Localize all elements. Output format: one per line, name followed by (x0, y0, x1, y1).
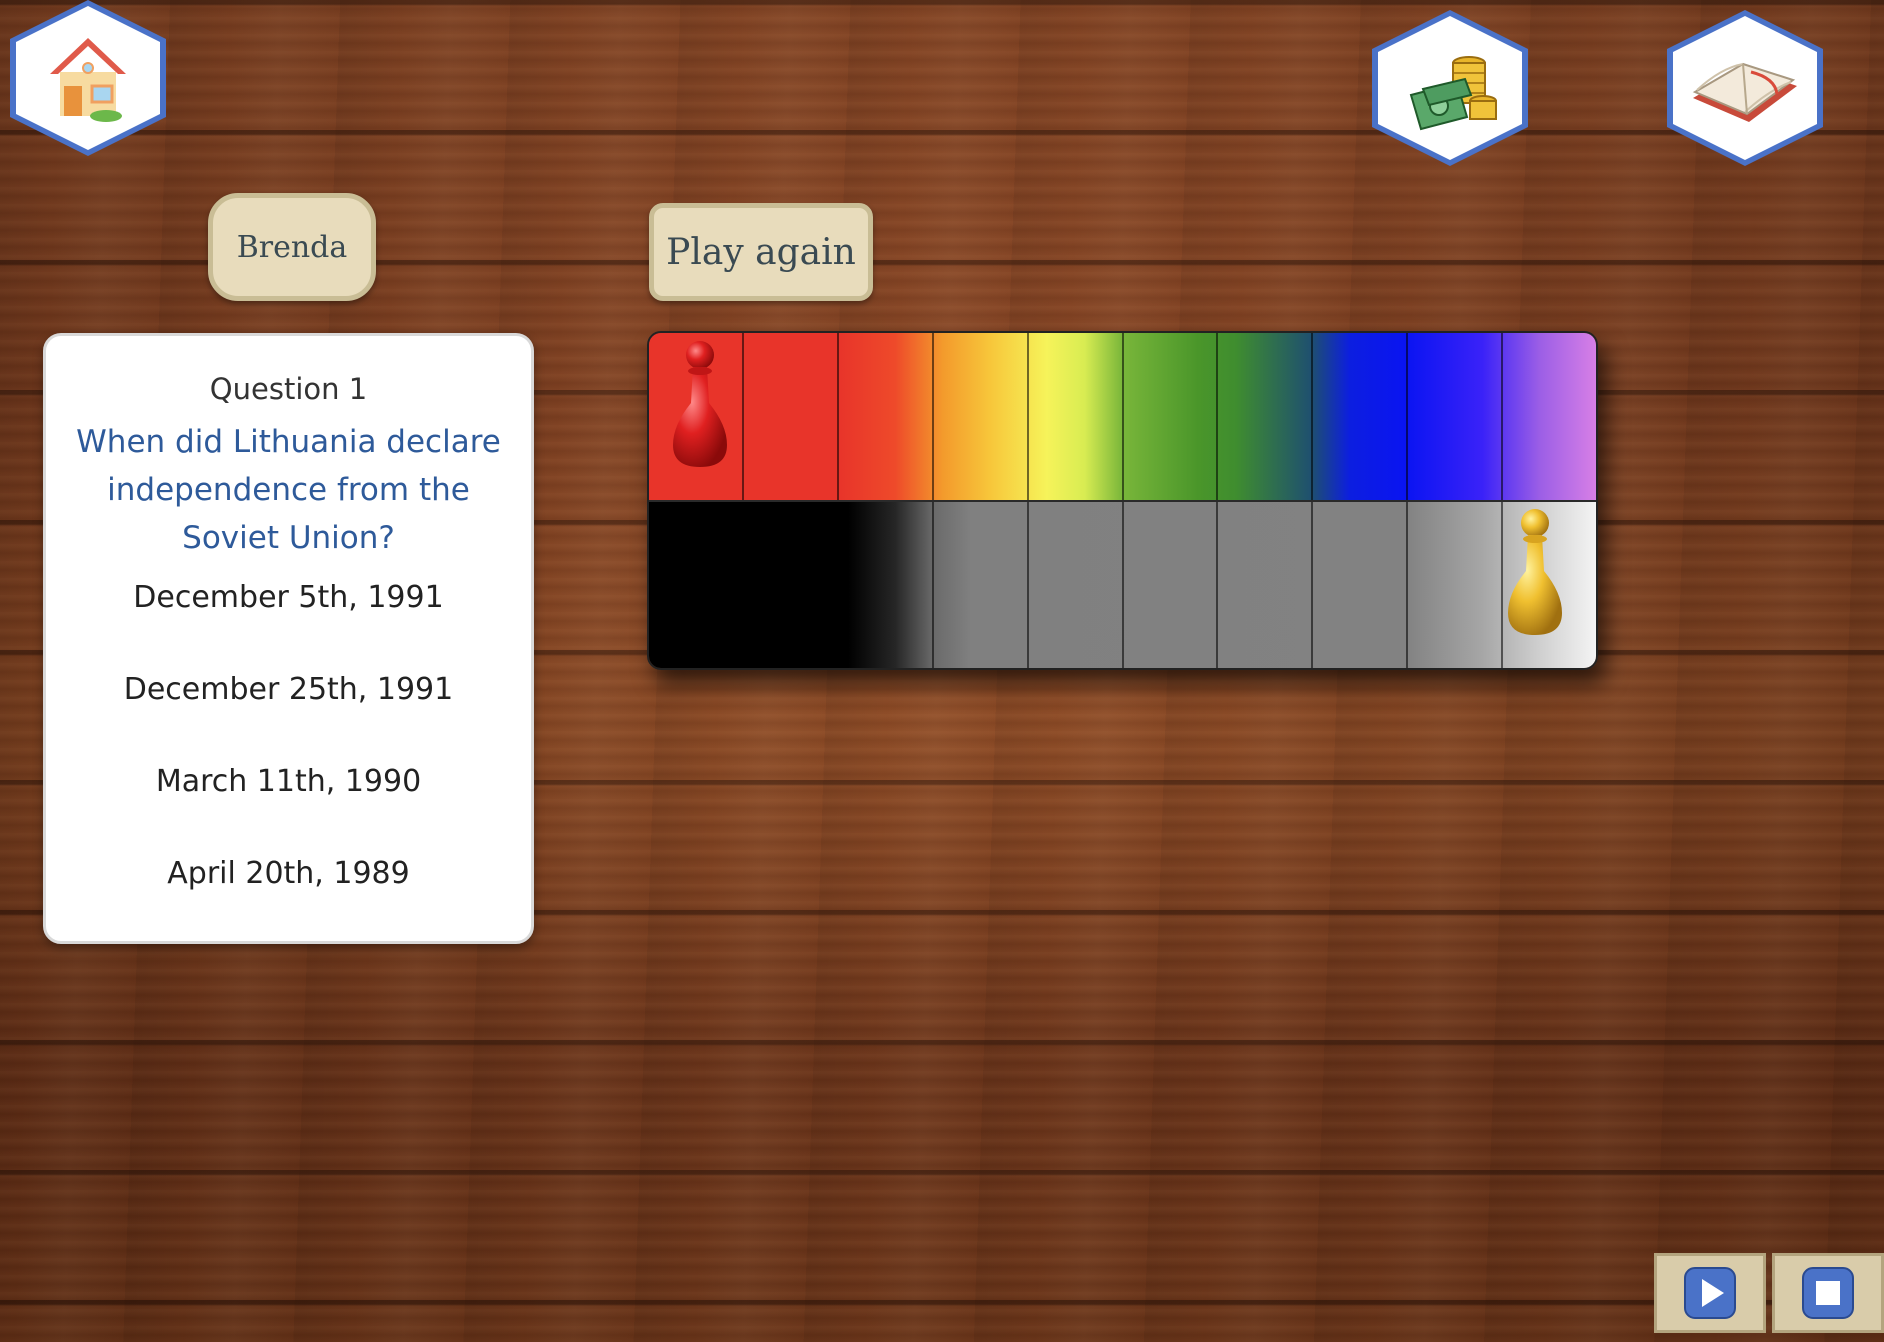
money-icon (1409, 56, 1497, 131)
stop-icon (1802, 1267, 1854, 1319)
board-cell (1218, 500, 1314, 668)
play-button[interactable] (1654, 1253, 1766, 1333)
question-text: When did Lithuania declare independence … (76, 424, 501, 556)
board-cell (1313, 333, 1409, 501)
answer-option[interactable]: April 20th, 1989 (66, 856, 511, 891)
red-pawn-piece[interactable] (671, 333, 729, 471)
board-divider (649, 499, 1596, 502)
home-button[interactable] (10, 0, 166, 156)
board-cell (934, 333, 1029, 501)
board-cell (1313, 500, 1409, 668)
board-cell (1029, 500, 1124, 668)
question-card: Question 1 When did Lithuania declare in… (43, 333, 534, 944)
book-icon (1692, 62, 1797, 122)
board-cell (839, 333, 934, 501)
player-name: Brenda (236, 229, 348, 265)
play-again-button[interactable]: Play again (649, 203, 873, 301)
money-button[interactable] (1372, 10, 1528, 166)
board-cell (1408, 333, 1504, 501)
board-cell (649, 500, 744, 668)
play-again-label: Play again (666, 231, 856, 273)
board-cell (1124, 333, 1219, 501)
game-board (647, 331, 1598, 670)
board-cell (1029, 333, 1124, 501)
answer-option[interactable]: March 11th, 1990 (66, 764, 511, 799)
answer-option[interactable]: December 25th, 1991 (66, 672, 511, 707)
play-icon (1684, 1267, 1736, 1319)
board-cell (839, 500, 934, 668)
board-cell (1503, 333, 1596, 501)
board-cell (1218, 333, 1314, 501)
question-number: Question 1 (209, 372, 368, 406)
player-name-badge: Brenda (208, 193, 376, 301)
answer-option[interactable]: December 5th, 1991 (66, 580, 511, 615)
board-track-bottom (649, 500, 1596, 668)
book-button[interactable] (1667, 10, 1823, 166)
board-cell (1124, 500, 1219, 668)
stop-button[interactable] (1772, 1253, 1884, 1333)
board-cell (1408, 500, 1504, 668)
yellow-pawn-piece[interactable] (1506, 501, 1564, 639)
board-cell (744, 333, 839, 501)
board-cell (934, 500, 1029, 668)
home-icon (50, 38, 126, 122)
board-cell (744, 500, 839, 668)
board-track-top (649, 333, 1596, 501)
